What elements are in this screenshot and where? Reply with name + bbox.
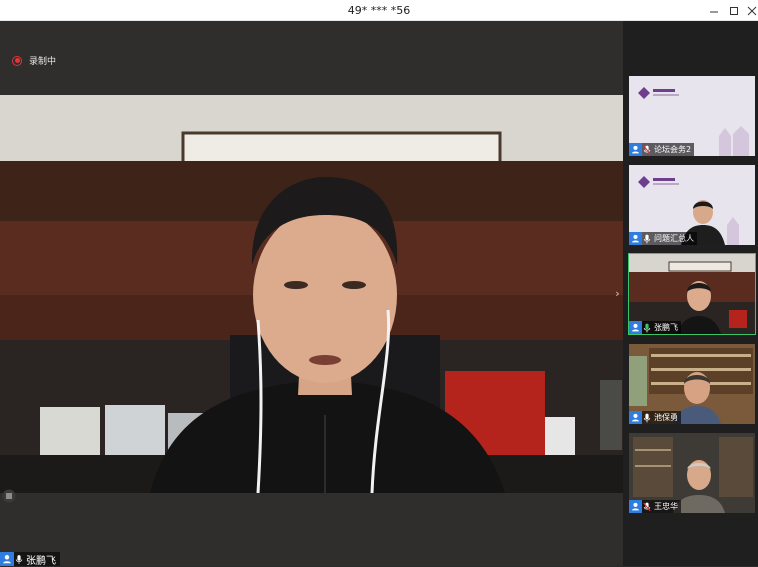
recording-label: 录制中 [29,57,57,67]
participant-name: 王忠华 [654,502,678,511]
maximize-button[interactable] [726,3,742,17]
participant-name: 张鹏飞 [654,323,678,332]
close-button[interactable] [744,3,758,17]
speaker-camera-frame [0,95,623,493]
participant-tile[interactable]: 王忠华 [629,433,755,513]
recording-dot-icon [12,55,22,66]
chevron-right-icon[interactable]: › [612,287,623,301]
meeting-window: 49* *** *56 录制中 › 张鹏飞 论坛会务2 问题汇总人 张鹏飞 池保… [0,0,758,567]
participant-label: 论坛会务2 [629,143,695,156]
user-icon [629,232,642,245]
microphone-muted-icon [642,501,652,513]
participant-tile[interactable]: 论坛会务2 [629,76,755,156]
microphone-icon [642,412,652,424]
title-bar: 49* *** *56 [0,0,758,21]
recording-indicator: 录制中 [12,54,56,67]
user-icon [0,552,14,566]
participant-name: 问题汇总人 [654,234,694,243]
user-icon [629,500,642,513]
main-video-area: 录制中 › 张鹏飞 [0,21,623,567]
participant-tile[interactable]: 问题汇总人 [629,165,755,245]
participant-tile-active[interactable]: 张鹏飞 [628,253,756,335]
microphone-icon [14,553,24,565]
participant-sidebar: 论坛会务2 问题汇总人 张鹏飞 池保勇 王忠华 [623,21,758,566]
participant-label: 王忠华 [629,500,681,513]
participant-name: 论坛会务2 [654,145,692,154]
participant-label: 池保勇 [629,411,681,424]
layout-menu-button[interactable] [2,488,16,503]
microphone-muted-icon [642,144,652,156]
microphone-icon [642,233,652,245]
main-speaker-label: 张鹏飞 [0,552,60,567]
maximize-icon [730,7,738,15]
participant-name: 池保勇 [654,413,678,422]
minimize-icon [710,11,718,13]
microphone-speaking-icon [642,322,652,334]
close-icon [747,6,757,16]
list-icon [2,489,16,503]
main-speaker-video[interactable] [0,95,623,493]
user-icon [629,143,642,156]
user-icon [629,321,642,334]
minimize-button[interactable] [706,3,722,17]
user-icon [629,411,642,424]
window-title: 49* *** *56 [347,4,411,17]
participant-label: 问题汇总人 [629,232,697,245]
main-speaker-name: 张鹏飞 [26,555,56,567]
participant-label: 张鹏飞 [629,321,681,334]
participant-tile[interactable]: 池保勇 [629,344,755,424]
